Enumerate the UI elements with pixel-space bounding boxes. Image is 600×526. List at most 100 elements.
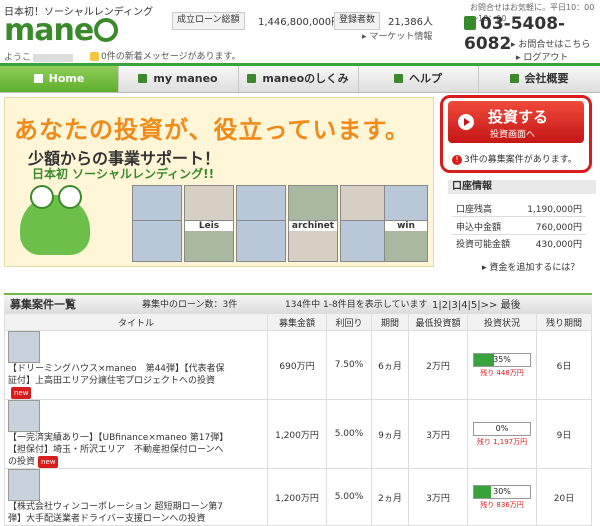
col-remaining: 残り期間 [536,313,592,331]
loan-progress: 0% 残り 1,197万円 [467,399,537,469]
open-offers-note: ! 3件の募集案件があります。 [452,152,577,165]
table-row[interactable]: 【ドリーミングハウス×maneo 第44弾】【代表者保証付】上高田エリア分譲住宅… [4,330,592,400]
loan-term: 6ヵ月 [371,330,409,400]
banner-tagline: 日本初 ソーシャルレンディング!! [32,167,215,181]
loan-thumbnail [8,331,40,363]
loan-progress: 35% 残り 448万円 [467,330,537,400]
members-label: 登録者数 [334,12,381,30]
pagination[interactable]: 1|2|3|4|5|>> 最後 [432,296,521,311]
invest-button-label: 投資する [488,108,549,126]
progress-bar: 35% [473,352,531,367]
loan-title-cell[interactable]: 【一完済実績あり一】【UBfinance×maneo 第17弾】【担保付】埼玉・… [4,399,268,469]
loan-progress: 30% 残り 836万円 [467,468,537,526]
new-message-text: 0件の新着メッセージがあります。 [101,52,241,62]
loan-days: 6日 [536,330,592,400]
photo-tile: archinet [288,220,338,262]
nav-my-maneo[interactable]: my maneo [118,66,239,92]
divider [452,234,586,235]
nav-how-it-works[interactable]: maneoのしくみ [238,66,359,92]
home-icon [33,74,43,83]
logo-o-mark [94,18,119,42]
play-arrow-icon [458,114,474,130]
loan-term: 2ヵ月 [371,468,409,526]
account-heading: 口座情報 [448,180,596,194]
remaining-amount: 残り 1,197万円 [476,437,528,446]
loan-table: タイトル 募集金額 利回り 期間 最低投資額 投資状況 残り期間 【ドリーミング… [4,313,592,526]
loan-amount: 1,200万円 [267,468,327,526]
greeting: ようこ [4,50,75,63]
frog-eye-right [58,185,82,209]
market-info-link[interactable]: ▸ マーケット情報 [362,29,432,42]
inquiry-link[interactable]: ▸ お問合せはこちら [511,37,590,50]
loan-title-link[interactable]: 【一完済実績あり一】【UBfinance×maneo 第17弾】【担保付】埼玉・… [8,432,232,468]
table-row[interactable]: 【株式会社ウィンコーポレーション 超短期ローン第7弾】大手配送業者ドライバー支援… [4,468,592,526]
photo-label-archinet: archinet [289,221,337,231]
loan-amount: 1,200万円 [267,399,327,469]
remaining-amount: 残り 448万円 [480,368,524,377]
pending-amount-label: 申込中金額 [456,223,502,233]
col-min: 最低投資額 [408,313,468,331]
photo-label-leis: Leis [185,221,233,231]
nav-home[interactable]: Home [0,66,119,92]
progress-bar: 0% [473,421,531,436]
col-rate: 利回り [326,313,372,331]
photo-tile [340,220,390,262]
greeting-prefix: ようこ [4,53,32,63]
loan-rate: 5.00% [326,399,372,469]
nav-help[interactable]: ヘルプ [358,66,479,92]
photo-tile: Leis [184,220,234,262]
loan-total-label: 成立ローン総額 [172,12,245,30]
nav-company[interactable]: 会社概要 [478,66,600,92]
loan-title-link[interactable]: 【ドリーミングハウス×maneo 第44弾】【代表者保証付】上高田エリア分譲住宅… [8,363,232,399]
maneo-logo[interactable]: mane [4,13,119,48]
invest-button-sublabel: 投資画面へ [490,130,536,140]
loan-amount: 690万円 [267,330,327,400]
loan-min: 3万円 [408,468,468,526]
loan-min: 3万円 [408,399,468,469]
new-message-link[interactable]: 0件の新着メッセージがあります。 [90,49,241,62]
col-title: タイトル [4,313,268,331]
logo-text: mane [4,13,94,48]
photo-tile: win [384,220,428,262]
add-funds-link[interactable]: ▸ 資金を追加するには？ [482,260,579,273]
frog-eye-left [30,185,54,209]
listing-range: 134件中 1-8件目を表示しています [285,300,428,310]
loan-days: 9日 [536,399,592,469]
col-status: 投資状況 [467,313,537,331]
loan-rate: 5.00% [326,468,372,526]
logout-link[interactable]: ▸ ログアウト [516,50,568,63]
table-row[interactable]: 【一完済実績あり一】【UBfinance×maneo 第17弾】【担保付】埼玉・… [4,399,592,469]
progress-bar: 30% [473,484,531,499]
account-balance-label: 口座残高 [456,205,493,215]
loan-min: 2万円 [408,330,468,400]
banner-title: あなたの投資が、役立っています。 [14,116,410,144]
phone-icon [464,16,476,30]
question-icon [394,74,403,83]
loan-thumbnail [8,400,40,432]
investable-amount-value: 430,000円 [535,240,582,250]
loan-title-cell[interactable]: 【ドリーミングハウス×maneo 第44弾】【代表者保証付】上高田エリア分譲住宅… [4,330,268,400]
account-balance-value: 1,190,000円 [527,205,582,215]
envelope-icon [90,52,99,61]
username-blurred [33,53,74,62]
photo-tile [132,220,182,262]
pending-amount-value: 760,000円 [535,223,582,233]
listing-count: 募集中のローン数：3件 [142,300,238,310]
divider [452,216,586,217]
photo-tile [236,220,286,262]
loan-title-cell[interactable]: 【株式会社ウィンコーポレーション 超短期ローン第7弾】大手配送業者ドライバー支援… [4,468,268,526]
new-badge: new [11,387,32,399]
loan-rate: 7.50% [326,330,372,400]
members-value: 21,386人 [388,17,433,28]
loan-title-link[interactable]: 【株式会社ウィンコーポレーション 超短期ローン第7弾】大手配送業者ドライバー支援… [8,501,232,525]
alert-icon: ! [452,155,462,165]
gear-icon [247,74,257,83]
loan-days: 20日 [536,468,592,526]
person-icon [138,74,148,83]
investable-amount-label: 投資可能金額 [456,240,511,250]
main-nav: Home my maneo maneoのしくみ ヘルプ 会社概要 [0,63,600,93]
building-icon [509,74,519,83]
photo-label-win: win [385,221,427,231]
loan-term: 9ヵ月 [371,399,409,469]
remaining-amount: 残り 836万円 [480,500,524,509]
